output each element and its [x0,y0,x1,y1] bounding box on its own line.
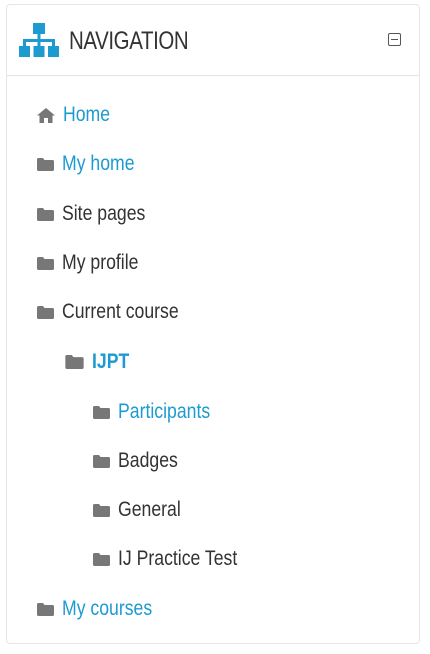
nav-item-participants-label[interactable]: Participants [118,398,210,426]
nav-item-my-courses-label[interactable]: My courses [62,595,152,623]
nav-item-home[interactable]: Home [37,99,119,131]
nav-item-my-home-label[interactable]: My home [62,150,135,178]
folder-icon [65,355,84,369]
collapse-block-button[interactable] [388,33,401,46]
nav-item-course-ijpt-label[interactable]: IJPT [92,348,129,376]
folder-icon [37,256,54,270]
folder-icon [93,454,110,468]
nav-item-site-pages[interactable]: Site pages [37,198,161,230]
nav-item-current-course-label[interactable]: Current course [62,298,179,326]
block-header: NAVIGATION [7,5,419,76]
folder-icon [37,602,54,616]
nav-item-badges-label[interactable]: Badges [118,447,178,475]
folder-icon [37,305,54,319]
nav-item-current-course[interactable]: Current course [37,296,201,328]
nav-item-my-home[interactable]: My home [37,148,148,180]
nav-item-home-label[interactable]: Home [63,101,110,129]
nav-item-site-pages-label[interactable]: Site pages [62,200,145,228]
home-icon [37,107,55,123]
nav-item-badges[interactable]: Badges [93,445,189,477]
folder-icon [37,207,54,221]
folder-icon [37,157,54,171]
sitemap-icon [19,23,59,57]
folder-icon [93,503,110,517]
nav-item-participants[interactable]: Participants [93,396,228,428]
nav-item-my-profile[interactable]: My profile [37,247,153,279]
nav-item-my-courses[interactable]: My courses [37,593,169,625]
nav-item-course-ijpt[interactable]: IJPT [65,346,136,378]
nav-item-practice-test-label[interactable]: IJ Practice Test [118,545,237,573]
block-title: NAVIGATION [69,27,189,55]
folder-icon [93,552,110,566]
navigation-block: NAVIGATION Home My home Site pages My pr… [6,4,420,644]
nav-item-general-label[interactable]: General [118,496,181,524]
nav-item-general[interactable]: General [93,494,193,526]
nav-item-practice-test[interactable]: IJ Practice Test [93,543,260,575]
nav-item-my-profile-label[interactable]: My profile [62,249,138,277]
folder-icon [93,405,110,419]
